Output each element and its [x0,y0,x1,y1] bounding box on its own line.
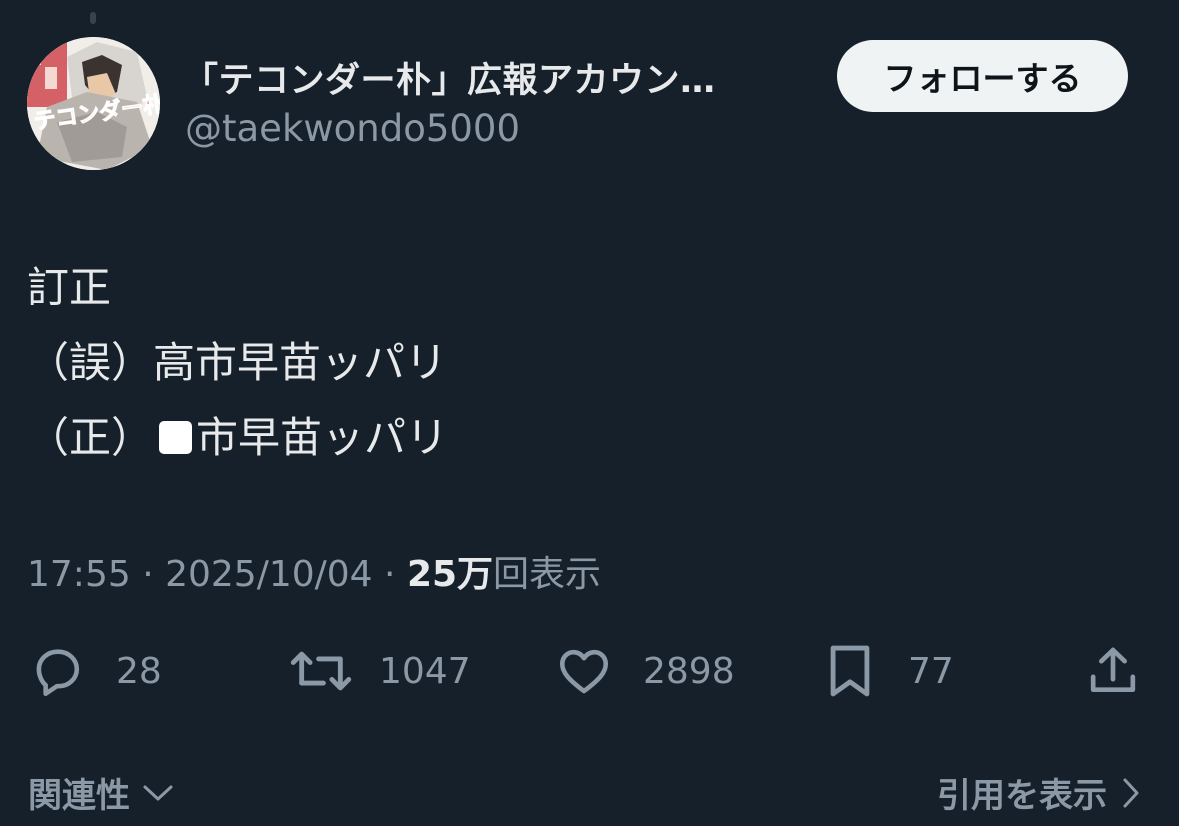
tweet-line: （誤）高市早苗ッパリ [27,338,448,387]
bookmark-count: 77 [908,650,954,692]
tweet-line-prefix: （正） [27,413,154,462]
views-count: 25万 [406,554,494,595]
tweet-meta: 17:55 · 2025/10/04 · 25万回表示 [27,545,601,597]
share-button[interactable] [1085,636,1141,706]
sort-related-label: 関連性 [28,776,130,816]
reply-icon [36,649,80,697]
author-display-name[interactable]: 「テコンダー朴」広報アカウン… [183,52,716,103]
meta-separator: · [130,554,166,595]
bookmark-button[interactable]: 77 [825,636,954,706]
reply-button[interactable]: 28 [28,636,162,706]
heart-icon [559,649,609,694]
tweet-detail-view: テコンダー朴 「テコンダー朴」広報アカウン… @taekwondo5000 フォ… [0,0,1179,826]
chevron-right-icon [1123,778,1139,807]
tweet-line: （正） 市早苗ッパリ [27,400,448,475]
tweet-time[interactable]: 17:55 [27,554,131,595]
tweet-line-suffix: 市早苗ッパリ [196,413,449,462]
avatar-image: テコンダー朴 [27,37,160,170]
thread-connector [90,12,96,24]
tweet-text: 訂正 （誤）高市早苗ッパリ （正） 市早苗ッパリ [27,250,448,475]
like-count: 2898 [643,650,735,692]
tweet-line: 訂正 [27,263,112,312]
avatar[interactable]: テコンダー朴 [27,37,160,170]
tweet-date[interactable]: 2025/10/04 [165,554,373,595]
sort-related-dropdown[interactable]: 関連性 [28,768,174,817]
action-bar: 28 1047 2898 77 [0,636,1179,706]
follow-button[interactable]: フォローする [837,40,1128,112]
author-handle[interactable]: @taekwondo5000 [185,107,520,150]
view-quotes-link[interactable]: 引用を表示 [937,768,1141,817]
retweet-count: 1047 [379,650,471,692]
bookmark-icon [830,645,870,697]
reply-count: 28 [116,650,162,692]
share-icon [1090,647,1136,692]
meta-separator: · [372,554,407,595]
retweet-icon [290,651,352,691]
redacted-block [159,421,193,454]
chevron-down-icon [143,785,173,800]
retweet-button[interactable]: 1047 [288,636,471,706]
view-quotes-label: 引用を表示 [937,776,1107,816]
views-label: 回表示 [493,554,602,595]
like-button[interactable]: 2898 [555,636,735,706]
